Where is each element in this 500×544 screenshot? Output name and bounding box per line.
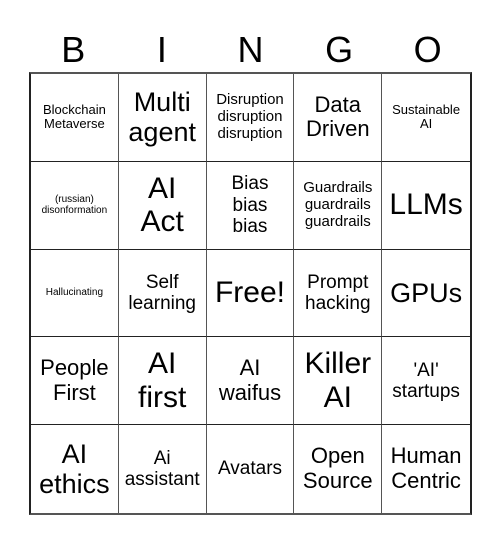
header-letter-g: G [325, 29, 354, 70]
bingo-cell-r3c4[interactable]: Prompt hacking [294, 249, 383, 338]
bingo-cell-r1c4[interactable]: Data Driven [294, 74, 383, 162]
bingo-cell-r3c5[interactable]: GPUs [382, 250, 470, 338]
bingo-cell-r1c2[interactable]: Multi agent [118, 74, 207, 162]
bingo-cell-r5c4[interactable]: Open Source [294, 425, 383, 513]
bingo-cell-free[interactable]: Free! [206, 249, 295, 338]
bingo-cell-r2c2[interactable]: AI Act [118, 161, 207, 250]
header-letter-n: N [237, 29, 264, 70]
bingo-cell-r3c2[interactable]: Self learning [118, 249, 207, 338]
bingo-cell-r4c5[interactable]: 'AI' startups [382, 337, 470, 426]
cell-text: GPUs [390, 277, 463, 308]
cell-text: Guardrails guardrails guardrails [303, 179, 373, 230]
header-letter-o: O [413, 29, 442, 70]
cell-text: Bias bias bias [231, 173, 269, 237]
bingo-cell-r5c5[interactable]: Human Centric [382, 425, 470, 513]
bingo-cell-r4c2[interactable]: AI first [118, 337, 207, 426]
cell-text: Self learning [128, 271, 196, 314]
bingo-board: Blockchain Metaverse Multi agent Disrupt… [29, 72, 472, 515]
cell-text: 'AI' startups [392, 359, 460, 402]
cell-text: Prompt hacking [305, 271, 371, 314]
cell-text: Hallucinating [45, 287, 104, 299]
bingo-cell-r5c3[interactable]: Avatars [207, 425, 295, 513]
cell-text: Multi agent [128, 87, 196, 148]
cell-text: Avatars [217, 458, 283, 480]
bingo-cell-r2c1[interactable]: (russian) disonformation [31, 161, 119, 250]
cell-text: Ai assistant [124, 447, 200, 491]
bingo-cell-r4c3[interactable]: AI waifus [206, 337, 295, 426]
cell-text: Data Driven [306, 91, 370, 142]
cell-text: Sustainable AI [392, 101, 461, 132]
cell-text: AI first [138, 347, 187, 414]
bingo-cell-r1c5[interactable]: Sustainable AI [382, 74, 470, 162]
bingo-cell-r4c1[interactable]: People First [31, 337, 119, 426]
header-letter-i: I [156, 29, 167, 70]
cell-text: Open Source [302, 443, 373, 494]
bingo-cell-r1c1[interactable]: Blockchain Metaverse [31, 74, 119, 162]
cell-text: AI ethics [39, 438, 110, 500]
free-space-text: Free! [214, 276, 285, 310]
cell-text: (russian) disonformation [41, 194, 108, 217]
bingo-cell-r3c1[interactable]: Hallucinating [31, 249, 119, 338]
bingo-cell-r2c4[interactable]: Guardrails guardrails guardrails [294, 161, 383, 250]
cell-text: Blockchain Metaverse [42, 101, 106, 132]
cell-text: LLMs [389, 188, 463, 222]
cell-text: Human Centric [390, 443, 462, 494]
bingo-cell-r4c4[interactable]: Killer AI [294, 337, 383, 426]
bingo-cell-r1c3[interactable]: Disruption disruption disruption [206, 74, 295, 162]
header-letter-b: B [61, 29, 86, 70]
bingo-cell-r5c1[interactable]: AI ethics [31, 425, 119, 513]
bingo-cell-r2c3[interactable]: Bias bias bias [206, 161, 295, 250]
bingo-cell-r2c5[interactable]: LLMs [382, 162, 470, 250]
cell-text: Disruption disruption disruption [216, 91, 284, 142]
bingo-cell-r5c2[interactable]: Ai assistant [119, 425, 207, 513]
cell-text: Killer AI [304, 347, 372, 414]
bingo-header: B I N G O [29, 28, 472, 72]
cell-text: People First [40, 355, 109, 405]
cell-text: AI waifus [218, 355, 282, 405]
cell-text: AI Act [140, 171, 184, 239]
